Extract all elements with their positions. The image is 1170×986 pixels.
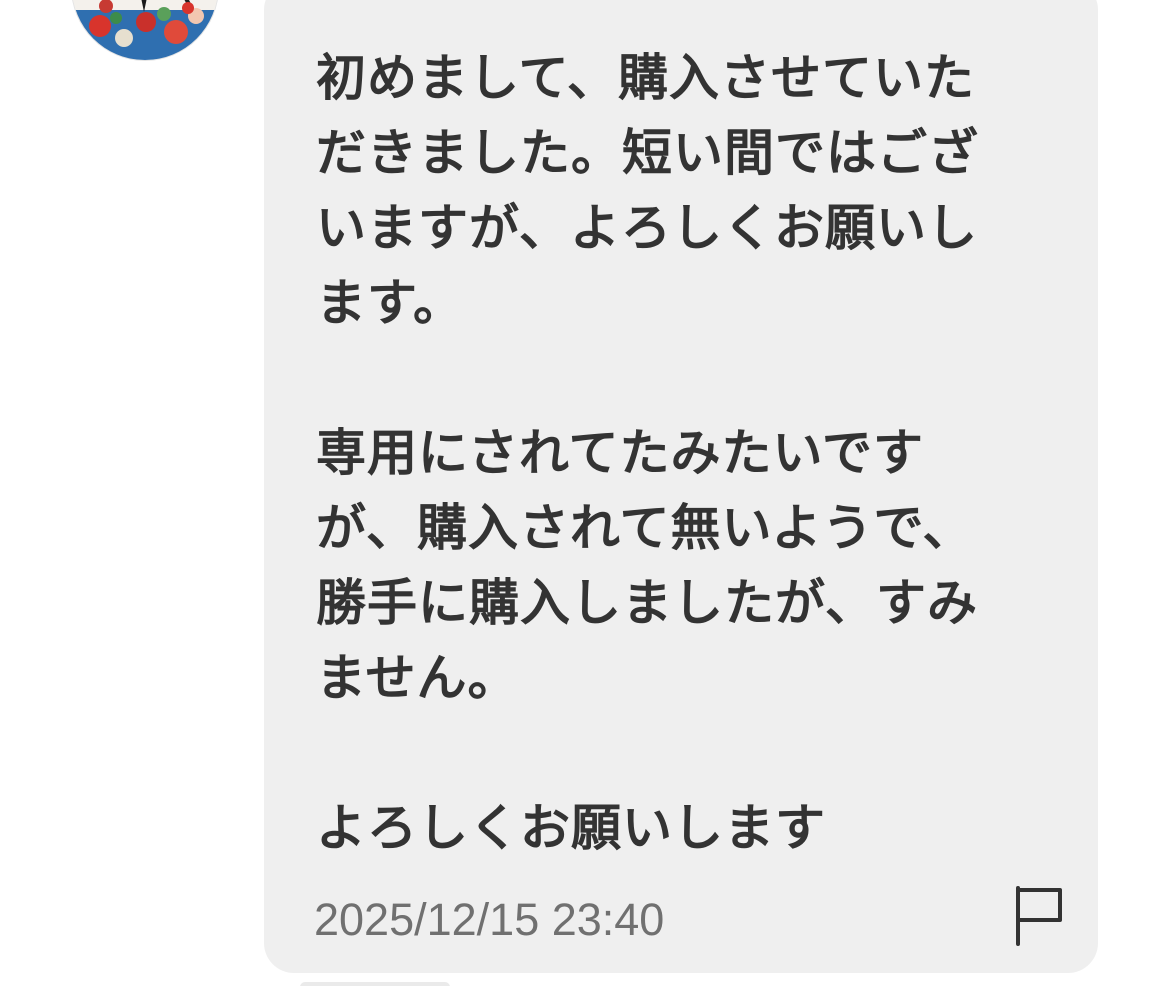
message-line: いますが、よろしくお願いし bbox=[316, 199, 978, 257]
message-timestamp: 2025/12/15 23:40 bbox=[314, 894, 665, 945]
report-button[interactable] bbox=[1010, 884, 1068, 946]
chat-screen: 初めまして、購入させていた だきました。短い間ではござ いますが、よろしくお願い… bbox=[0, 0, 1170, 986]
next-message-edge bbox=[300, 982, 450, 986]
sender-avatar[interactable] bbox=[72, 0, 218, 60]
message-line: だきました。短い間ではござ bbox=[316, 124, 979, 182]
message-line: 勝手に購入しましたが、すみ bbox=[316, 574, 978, 632]
message-paragraph: 専用にされてたみたいです が、購入されて無いようで、 勝手に購入しましたが、すみ… bbox=[316, 416, 1056, 716]
message-line: が、購入されて無いようで、 bbox=[316, 499, 974, 557]
message-line: 初めまして、購入させていた bbox=[316, 49, 975, 107]
message-paragraph: よろしくお願いします bbox=[316, 791, 1056, 866]
message-line: ます。 bbox=[316, 274, 464, 332]
message-line: よろしくお願いします bbox=[316, 799, 826, 857]
message-line: ません。 bbox=[316, 649, 519, 707]
message-paragraph: 初めまして、購入させていた だきました。短い間ではござ いますが、よろしくお願い… bbox=[316, 41, 1056, 341]
message-line: 専用にされてたみたいです bbox=[316, 424, 924, 482]
avatar-illustration bbox=[72, 0, 218, 60]
flag-icon bbox=[1016, 886, 1062, 946]
message-body: 初めまして、購入させていた だきました。短い間ではござ いますが、よろしくお願い… bbox=[316, 41, 1056, 866]
